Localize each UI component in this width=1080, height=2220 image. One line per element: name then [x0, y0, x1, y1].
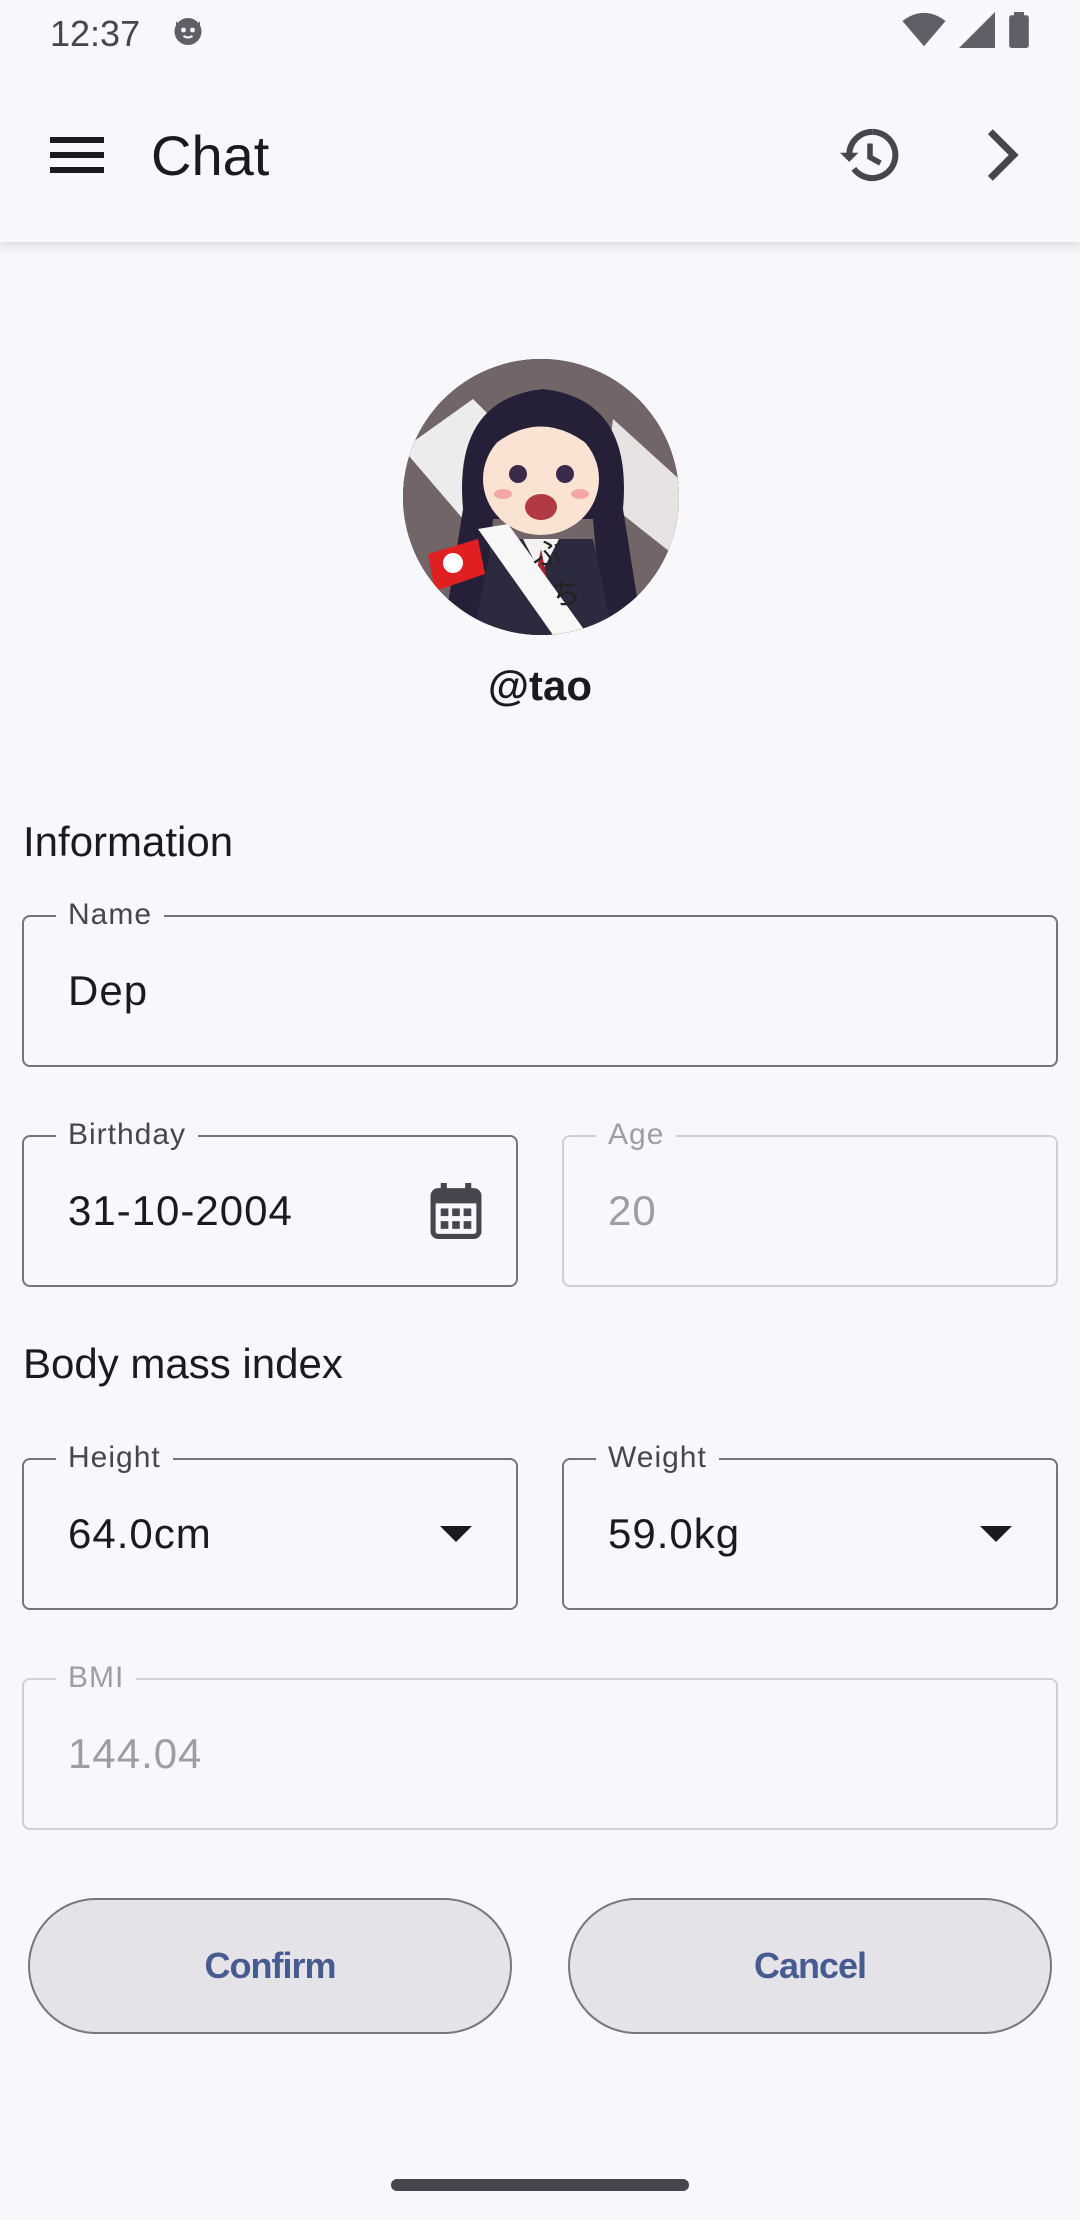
age-label: Age: [596, 1115, 677, 1155]
height-dropdown[interactable]: Height 64.0cm: [22, 1438, 518, 1610]
weight-label: Weight: [596, 1438, 719, 1478]
bmi-label: BMI: [56, 1658, 137, 1698]
bmi-field: BMI 144.04: [22, 1658, 1058, 1830]
status-bar: 12:37: [0, 0, 1080, 68]
birthday-value[interactable]: 31-10-2004: [68, 1187, 293, 1235]
wifi-icon: [902, 12, 946, 57]
information-title: Information: [23, 818, 234, 865]
bmi-value: 144.04: [68, 1730, 203, 1777]
name-label: Name: [56, 895, 165, 935]
chevron-right-icon[interactable]: [954, 107, 1050, 203]
dropdown-arrow-icon[interactable]: [968, 1506, 1024, 1562]
birthday-field[interactable]: Birthday 31-10-2004: [22, 1115, 518, 1287]
username: @tao: [488, 662, 592, 709]
svg-text:ぶ: ぶ: [533, 537, 563, 572]
confirm-button[interactable]: Confirm: [28, 1898, 512, 2034]
age-field: Age 20: [562, 1115, 1058, 1287]
top-app-bar: Chat: [0, 68, 1080, 242]
height-value[interactable]: 64.0cm: [68, 1510, 212, 1558]
home-indicator[interactable]: [391, 2179, 689, 2191]
bmi-section-title: Body mass index: [23, 1340, 343, 1387]
weight-dropdown[interactable]: Weight 59.0kg: [562, 1438, 1058, 1610]
birthday-label: Birthday: [56, 1115, 199, 1155]
age-value: 20: [608, 1187, 657, 1234]
dropdown-arrow-icon[interactable]: [428, 1506, 484, 1562]
menu-icon[interactable]: [29, 107, 125, 203]
svg-text:ち: ち: [551, 577, 581, 612]
battery-icon: [1008, 11, 1030, 57]
avatar[interactable]: ぶ ち: [403, 359, 679, 635]
app-title: Chat: [151, 123, 270, 187]
status-time: 12:37: [50, 13, 141, 54]
calendar-icon[interactable]: [428, 1183, 484, 1239]
signal-icon: [958, 11, 996, 57]
height-label: Height: [56, 1438, 173, 1478]
cat-notification-icon: [170, 12, 206, 57]
cancel-button[interactable]: Cancel: [568, 1898, 1052, 2034]
weight-value[interactable]: 59.0kg: [608, 1510, 740, 1558]
name-field[interactable]: Name Dep: [22, 895, 1058, 1067]
name-value[interactable]: Dep: [68, 967, 148, 1015]
history-icon[interactable]: [822, 107, 918, 203]
